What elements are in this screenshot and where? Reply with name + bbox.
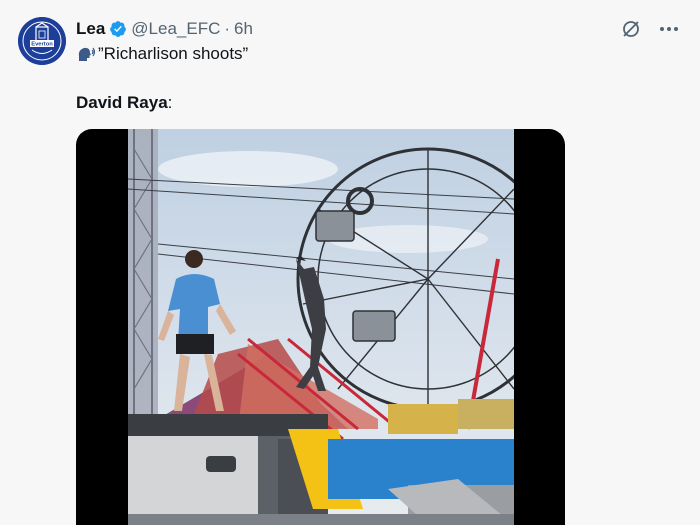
speaking-head-icon: [78, 47, 96, 61]
reply-name: David Raya: [76, 93, 168, 112]
verified-badge-icon: [110, 21, 127, 37]
tweet: Everton Lea @Lea_EFC · 6h ”Richarlison s…: [0, 0, 700, 525]
tweet-actions: [620, 18, 680, 40]
grok-icon[interactable]: [620, 18, 642, 40]
tweet-text: ”Richarlison shoots”: [76, 44, 248, 64]
timestamp[interactable]: 6h: [234, 19, 253, 39]
separator: ·: [224, 19, 231, 38]
video-frame[interactable]: [128, 129, 514, 525]
reply-colon: :: [167, 93, 173, 112]
display-name[interactable]: Lea: [76, 19, 105, 39]
more-icon[interactable]: [658, 18, 680, 40]
tweet-text-content: ”Richarlison shoots”: [98, 44, 249, 63]
tweet-header: Lea @Lea_EFC · 6h: [76, 18, 253, 40]
handle[interactable]: @Lea_EFC: [131, 19, 220, 39]
video-player[interactable]: [76, 129, 565, 525]
everton-crest-icon: Everton: [18, 17, 66, 65]
tweet-line-two: David Raya:: [76, 93, 172, 113]
avatar-label: Everton: [31, 42, 53, 48]
avatar[interactable]: Everton: [18, 17, 66, 65]
